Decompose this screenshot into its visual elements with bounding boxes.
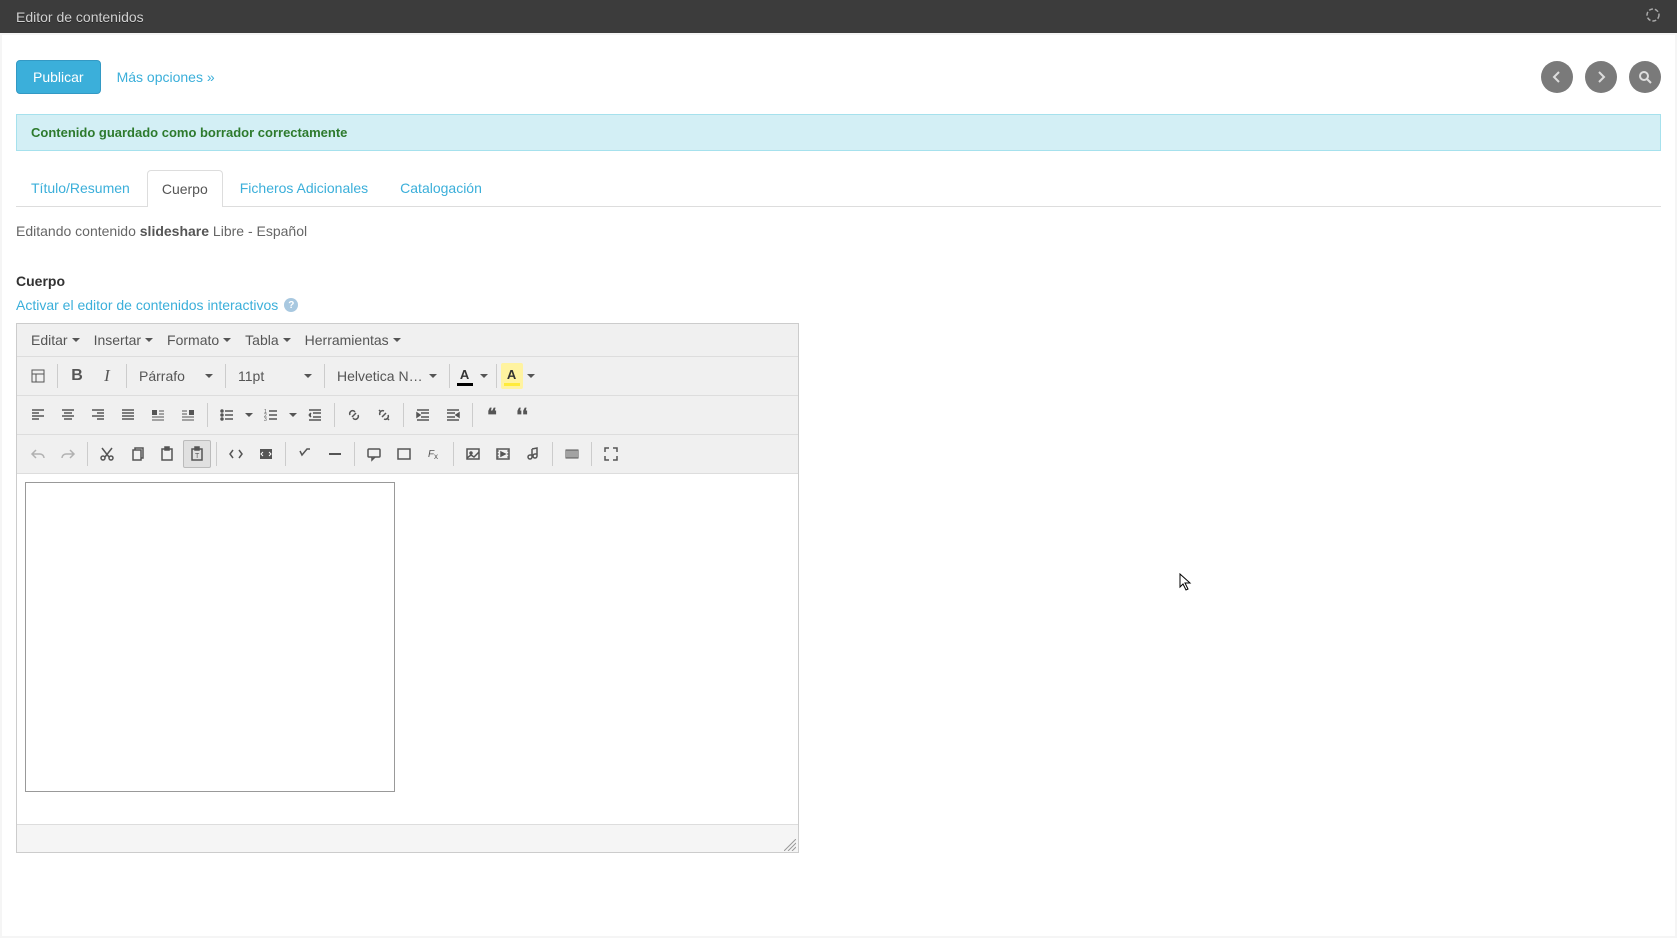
editor-toolbar-1: B I Párrafo 11pt Helvetica N… A A xyxy=(17,357,798,396)
align-right-button[interactable] xyxy=(84,401,112,429)
cut-button[interactable] xyxy=(93,440,121,468)
special-char-button[interactable] xyxy=(558,440,586,468)
unlink-button[interactable] xyxy=(370,401,398,429)
page-body: Publicar Más opciones » Contenido guarda… xyxy=(2,35,1675,936)
rich-text-editor: Editar Insertar Formato Tabla Herramient… xyxy=(16,323,799,853)
code-button[interactable] xyxy=(222,440,250,468)
editor-content-area[interactable] xyxy=(17,474,798,824)
tab-titulo-resumen[interactable]: Título/Resumen xyxy=(16,169,145,206)
float-right-button[interactable] xyxy=(174,401,202,429)
horizontal-rule-button[interactable] xyxy=(321,440,349,468)
font-size-select[interactable]: 11pt xyxy=(230,364,320,388)
menu-table[interactable]: Tabla xyxy=(239,328,296,352)
svg-text:3: 3 xyxy=(264,417,267,423)
chevron-down-icon xyxy=(283,338,291,342)
align-justify-button[interactable] xyxy=(114,401,142,429)
fullscreen-button[interactable] xyxy=(597,440,625,468)
bold-button[interactable]: B xyxy=(63,362,91,390)
outdent-button[interactable] xyxy=(301,401,329,429)
align-center-button[interactable] xyxy=(54,401,82,429)
text-color-button[interactable]: A xyxy=(454,363,492,389)
chevron-down-icon xyxy=(145,338,153,342)
editing-breadcrumb: Editando contenido slideshare Libre - Es… xyxy=(2,207,1675,255)
indent-left-button[interactable] xyxy=(409,401,437,429)
audio-button[interactable] xyxy=(519,440,547,468)
chevron-down-icon xyxy=(393,338,401,342)
formula-button[interactable] xyxy=(291,440,319,468)
prev-button[interactable] xyxy=(1541,61,1573,93)
chevron-down-icon xyxy=(223,338,231,342)
chevron-down-icon xyxy=(429,374,437,378)
undo-button[interactable] xyxy=(24,440,52,468)
copy-button[interactable] xyxy=(123,440,151,468)
italic-button[interactable]: I xyxy=(93,362,121,390)
menu-edit[interactable]: Editar xyxy=(25,328,86,352)
format-select[interactable]: Párrafo xyxy=(131,364,221,388)
menu-format[interactable]: Formato xyxy=(161,328,237,352)
tab-cuerpo[interactable]: Cuerpo xyxy=(147,170,223,207)
numbered-list-dropdown[interactable] xyxy=(286,401,300,429)
bullet-list-dropdown[interactable] xyxy=(242,401,256,429)
section-heading: Cuerpo xyxy=(2,255,1675,293)
chevron-down-icon xyxy=(72,338,80,342)
link-button[interactable] xyxy=(340,401,368,429)
svg-text:T: T xyxy=(195,453,200,460)
align-left-button[interactable] xyxy=(24,401,52,429)
editor-toolbar-2: 123 ❝ ❛❛ xyxy=(17,396,798,435)
bg-color-button[interactable]: A xyxy=(501,363,539,389)
comment-button[interactable] xyxy=(360,440,388,468)
bullet-list-button[interactable] xyxy=(213,401,241,429)
embedded-content-placeholder[interactable] xyxy=(25,482,395,792)
template-icon[interactable] xyxy=(24,362,52,390)
editor-menubar: Editar Insertar Formato Tabla Herramient… xyxy=(17,324,798,357)
success-alert: Contenido guardado como borrador correct… xyxy=(16,114,1661,151)
pullquote-button[interactable]: ❛❛ xyxy=(508,401,536,429)
menu-insert[interactable]: Insertar xyxy=(88,328,159,352)
float-left-button[interactable] xyxy=(144,401,172,429)
next-button[interactable] xyxy=(1585,61,1617,93)
action-bar: Publicar Más opciones » xyxy=(2,50,1675,104)
title-bar: Editor de contenidos xyxy=(0,0,1677,33)
loading-icon xyxy=(1645,7,1661,26)
blockquote-button[interactable]: ❝ xyxy=(478,401,506,429)
image-button[interactable] xyxy=(459,440,487,468)
chevron-down-icon xyxy=(205,374,213,378)
indent-right-button[interactable] xyxy=(439,401,467,429)
code-block-button[interactable] xyxy=(252,440,280,468)
container-button[interactable] xyxy=(390,440,418,468)
clear-format-button[interactable]: Fx xyxy=(420,440,448,468)
paste-button[interactable] xyxy=(153,440,181,468)
app-title: Editor de contenidos xyxy=(16,9,144,25)
publish-button[interactable]: Publicar xyxy=(16,60,101,94)
redo-button[interactable] xyxy=(54,440,82,468)
tab-bar: Título/Resumen Cuerpo Ficheros Adicional… xyxy=(16,169,1661,207)
search-button[interactable] xyxy=(1629,61,1661,93)
editor-statusbar xyxy=(17,824,798,852)
svg-text:x: x xyxy=(434,452,438,461)
editor-toolbar-3: T Fx xyxy=(17,435,798,474)
resize-handle[interactable] xyxy=(784,838,796,850)
tab-ficheros-adicionales[interactable]: Ficheros Adicionales xyxy=(225,169,383,206)
help-icon[interactable]: ? xyxy=(284,298,298,312)
chevron-down-icon xyxy=(527,374,535,378)
menu-tools[interactable]: Herramientas xyxy=(299,328,407,352)
media-button[interactable] xyxy=(489,440,517,468)
more-options-link[interactable]: Más opciones » xyxy=(117,69,215,85)
chevron-down-icon xyxy=(480,374,488,378)
font-family-select[interactable]: Helvetica N… xyxy=(329,364,445,388)
tab-catalogacion[interactable]: Catalogación xyxy=(385,169,497,206)
numbered-list-button[interactable]: 123 xyxy=(257,401,285,429)
paste-text-button[interactable]: T xyxy=(183,440,211,468)
activate-interactive-editor-link[interactable]: Activar el editor de contenidos interact… xyxy=(2,293,1675,323)
chevron-down-icon xyxy=(304,374,312,378)
